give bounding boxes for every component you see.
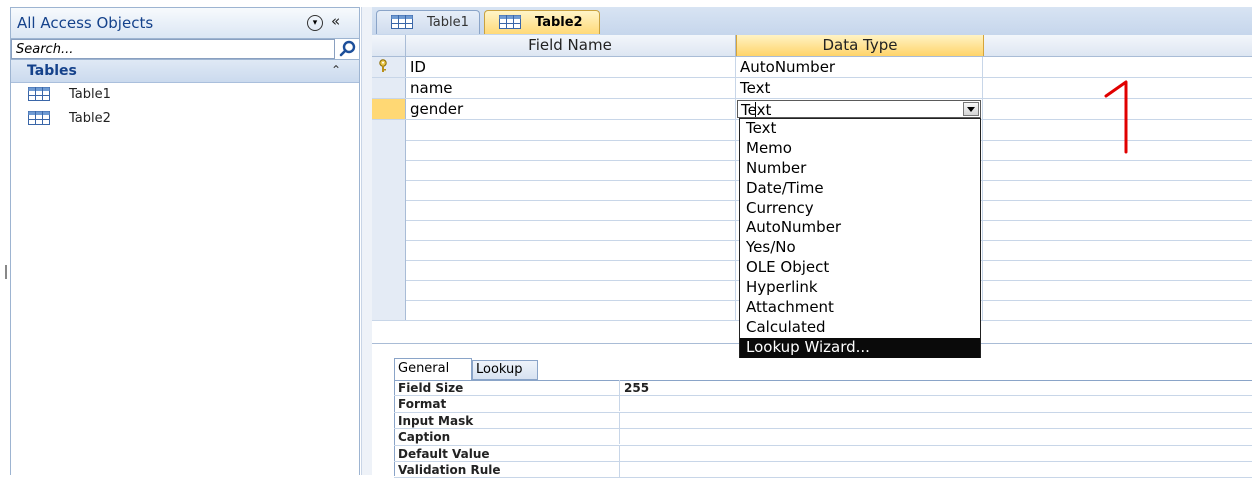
nav-header: All Access Objects ▾ « <box>11 8 359 39</box>
document-tab-bar: Table1 Table2 <box>372 7 1252 36</box>
data-type-combobox-value[interactable]: Text <box>741 101 771 119</box>
search-icon[interactable] <box>339 40 357 58</box>
column-divider <box>982 57 983 77</box>
properties-grid: Field Size 255 Format Input Mask Caption… <box>394 380 1252 478</box>
property-row[interactable]: Input Mask <box>394 412 1252 430</box>
table-row[interactable]: ID AutoNumber <box>372 57 1252 78</box>
data-type-dropdown-list: Text Memo Number Date/Time Currency Auto… <box>739 118 981 358</box>
dropdown-option-calculated[interactable]: Calculated <box>740 318 980 338</box>
tab-label: Table2 <box>535 15 583 30</box>
table-icon <box>28 111 50 125</box>
dropdown-button[interactable] <box>963 102 979 116</box>
tab-general[interactable]: General <box>394 358 472 380</box>
select-all-corner[interactable] <box>372 35 406 56</box>
data-type-cell[interactable]: Text <box>740 79 770 97</box>
field-properties-pane: General Lookup Field Size 255 Format Inp… <box>372 343 1252 478</box>
dropdown-option-yesno[interactable]: Yes/No <box>740 238 980 258</box>
dropdown-option-datetime[interactable]: Date/Time <box>740 179 980 199</box>
column-header-field-name[interactable]: Field Name <box>405 35 736 56</box>
data-type-cell[interactable]: AutoNumber <box>740 58 835 76</box>
nav-item-label: Table1 <box>69 87 111 102</box>
property-row[interactable]: Format <box>394 396 1252 413</box>
row-selector[interactable] <box>372 99 406 119</box>
column-divider <box>735 99 736 119</box>
chevron-down-icon <box>967 107 975 112</box>
grid-header: Field Name Data Type <box>372 35 1252 57</box>
pane-splitter[interactable] <box>361 7 372 475</box>
chevron-up-icon[interactable]: ⌃ <box>331 63 341 77</box>
column-divider <box>735 78 736 98</box>
nav-item-label: Table2 <box>69 111 111 126</box>
nav-item-table2[interactable]: Table2 <box>11 107 359 131</box>
column-header-data-type[interactable]: Data Type <box>736 35 984 56</box>
property-row[interactable]: Field Size 255 <box>394 380 1252 397</box>
dropdown-option-memo[interactable]: Memo <box>740 139 980 159</box>
group-label: Tables <box>27 63 77 79</box>
dropdown-option-attachment[interactable]: Attachment <box>740 298 980 318</box>
nav-search-bar <box>11 39 359 60</box>
text-caret <box>755 102 756 117</box>
property-row[interactable]: Default Value <box>394 445 1252 462</box>
table-icon <box>391 15 413 29</box>
column-header-description[interactable] <box>983 35 1252 56</box>
property-value[interactable]: 255 <box>624 381 649 395</box>
column-divider <box>735 57 736 77</box>
column-divider <box>982 78 983 98</box>
field-name-cell[interactable]: name <box>410 79 453 97</box>
dropdown-option-number[interactable]: Number <box>740 159 980 179</box>
property-name: Input Mask <box>398 413 474 428</box>
window-edge <box>5 265 7 279</box>
tab-label: Table1 <box>427 15 469 30</box>
property-name: Default Value <box>398 446 490 461</box>
field-name-cell[interactable]: gender <box>410 100 463 118</box>
property-name: Caption <box>398 430 451 445</box>
property-name: Format <box>398 397 447 412</box>
tab-table1[interactable]: Table1 <box>376 10 480 34</box>
property-row[interactable]: Caption <box>394 429 1252 446</box>
annotation-number-one <box>1104 80 1128 154</box>
table-icon <box>28 87 50 101</box>
tab-lookup[interactable]: Lookup <box>472 360 538 380</box>
table-icon <box>499 15 521 29</box>
nav-title[interactable]: All Access Objects <box>17 14 153 32</box>
column-divider <box>982 99 983 119</box>
row-selector[interactable] <box>372 57 406 77</box>
dropdown-option-lookup-wizard[interactable]: Lookup Wizard... <box>740 337 980 358</box>
data-type-combobox[interactable]: Text <box>737 100 981 119</box>
field-name-cell[interactable]: ID <box>410 58 426 76</box>
tab-table2[interactable]: Table2 <box>484 10 600 34</box>
primary-key-icon <box>379 59 387 72</box>
nav-menu-chevron-icon[interactable]: ▾ <box>307 15 323 31</box>
group-header-tables[interactable]: Tables ⌃ <box>11 60 359 83</box>
dropdown-option-currency[interactable]: Currency <box>740 199 980 219</box>
search-input[interactable] <box>11 39 335 59</box>
dropdown-option-hyperlink[interactable]: Hyperlink <box>740 278 980 298</box>
row-selector[interactable] <box>372 78 406 98</box>
shutter-bar-collapse-icon[interactable]: « <box>331 12 340 30</box>
property-row[interactable]: Validation Rule <box>394 461 1252 478</box>
navigation-pane: All Access Objects ▾ « Tables ⌃ Table1 <box>10 7 360 475</box>
property-name: Field Size <box>398 381 464 395</box>
dropdown-option-text[interactable]: Text <box>740 119 980 139</box>
dropdown-option-ole-object[interactable]: OLE Object <box>740 258 980 278</box>
dropdown-option-autonumber[interactable]: AutoNumber <box>740 218 980 238</box>
nav-item-table1[interactable]: Table1 <box>11 83 359 107</box>
